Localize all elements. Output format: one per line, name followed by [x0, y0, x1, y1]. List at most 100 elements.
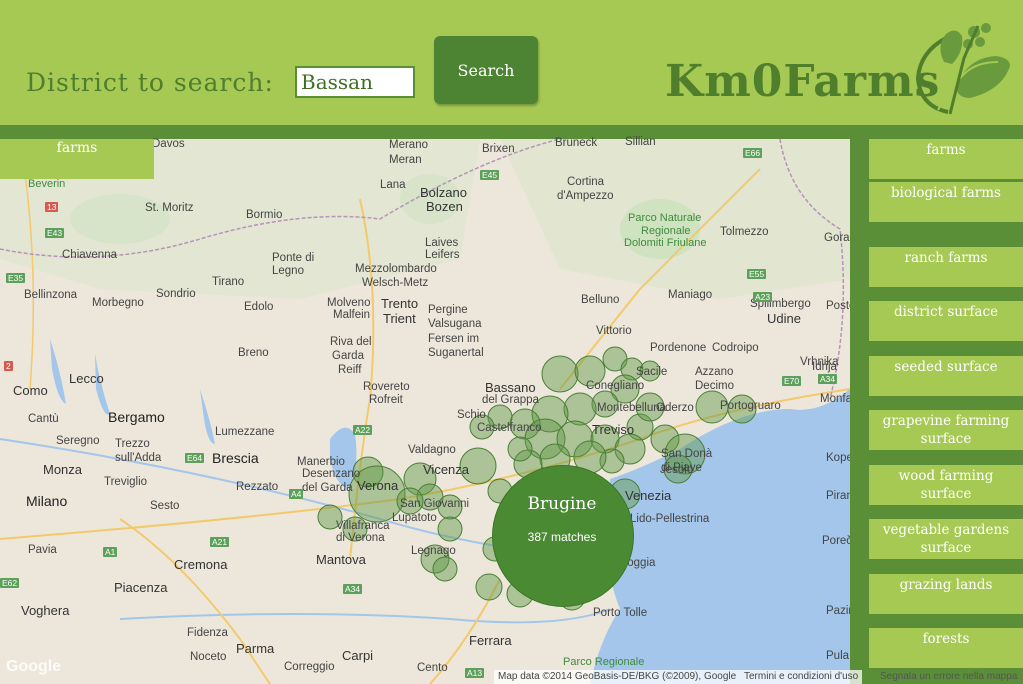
map-label: Meran — [389, 154, 422, 166]
map-label: Morbegno — [92, 297, 144, 309]
map-label: Legnago — [411, 545, 456, 557]
road-shield: A34 — [343, 584, 363, 594]
map-label: Regionale — [641, 225, 691, 237]
map-label: Fersen im — [428, 333, 480, 345]
map-label: Lecco — [69, 371, 104, 386]
sidebar-item-biological-farms[interactable]: biological farms — [869, 182, 1023, 222]
road-shield: A34 — [818, 374, 838, 384]
map-label: Cento — [417, 662, 448, 674]
map-label: Codroipo — [712, 342, 759, 354]
map-label: sull'Adda — [115, 452, 162, 464]
road-shield: A21 — [210, 537, 230, 547]
cluster-count: 387 matches — [527, 530, 597, 544]
map-label: Parma — [236, 641, 275, 656]
district-search-label: District to search: — [26, 68, 274, 97]
map-label: Bergamo — [108, 409, 165, 425]
report-error-link[interactable]: Segnala un errore nella mappa — [876, 670, 1021, 684]
map-label: Oderzo — [656, 402, 694, 414]
map-label: Piacenza — [114, 580, 168, 595]
map-label: Bozen — [426, 199, 463, 214]
map-label: Lupatoto — [392, 512, 437, 524]
sidebar-item-wood-farming-surface[interactable]: wood farming surface — [869, 465, 1023, 505]
map-label: Decimo — [695, 380, 734, 392]
map-label: Monza — [43, 462, 83, 477]
map-label: Sacile — [636, 366, 668, 378]
road-shield: E66 — [743, 148, 763, 158]
sidebar-item-vegetable-gardens-surface[interactable]: vegetable gardens surface — [869, 519, 1023, 559]
map-label: Gora — [824, 232, 850, 244]
map-label: Jesolo — [660, 464, 694, 476]
leaf-logo-icon — [915, 23, 1010, 115]
road-shield: A1 — [103, 547, 118, 557]
map-label: di Verona — [336, 532, 385, 544]
sidebar-item-grazing-lands[interactable]: grazing lands — [869, 574, 1023, 614]
map-label: Dolomiti Friulane — [624, 237, 707, 249]
map-label: San Donà — [661, 448, 713, 460]
map-label: Breno — [238, 347, 269, 359]
search-button[interactable]: Search — [434, 36, 538, 104]
map-label: Cremona — [174, 557, 228, 572]
map-label: Sillian — [625, 136, 656, 148]
farms-tab[interactable]: farms — [0, 139, 154, 179]
sidebar-item-forests[interactable]: forests — [869, 628, 1023, 668]
map-label: Reiff — [338, 364, 362, 376]
map-label: Laives — [425, 237, 459, 249]
map-label: Seregno — [56, 435, 100, 447]
map-label: del Garda — [302, 482, 353, 494]
map-label: Correggio — [284, 661, 335, 673]
map-label: Pavia — [28, 544, 57, 556]
map-label: Ferrara — [469, 633, 512, 648]
layer-sidebar: farms biological farms ranch farms distr… — [850, 139, 1023, 684]
road-shield: E64 — [185, 453, 205, 463]
map-label: Conegliano — [586, 380, 645, 392]
map-label: Rofreit — [369, 394, 403, 406]
map-label: Parco Naturale — [628, 212, 702, 224]
map-label: Vicenza — [423, 462, 470, 477]
map-label: Legno — [272, 265, 304, 277]
map-label: Bruneck — [555, 137, 598, 149]
map-label: Lumezzane — [215, 426, 275, 438]
cluster-title: Brugine — [527, 494, 597, 514]
sidebar-item-seeded-surface[interactable]: seeded surface — [869, 356, 1023, 396]
map-label: Riva del — [330, 336, 372, 348]
road-shield: E45 — [480, 170, 500, 180]
sidebar-item-grapevine-farming-surface[interactable]: grapevine farming surface — [869, 410, 1023, 450]
map-label: Cantù — [28, 413, 59, 425]
map-label: Sondrio — [156, 288, 196, 300]
map-label: Merano — [389, 139, 428, 151]
app-logo-text: Km0Farms — [665, 56, 941, 107]
map-label: Milano — [26, 493, 68, 509]
map-label: Rovereto — [363, 381, 410, 393]
map-label: Leifers — [425, 249, 460, 261]
map-label: Suganertal — [428, 347, 484, 359]
sidebar-item-ranch-farms[interactable]: ranch farms — [869, 247, 1023, 287]
map-label: Lana — [380, 179, 406, 191]
map-label: Fidenza — [187, 627, 228, 639]
map-label: Molveno — [327, 297, 371, 309]
map-attribution: Map data ©2014 GeoBasis-DE/BKG (©2009), … — [494, 670, 741, 684]
map-label: Treviso — [592, 422, 635, 437]
map-label: Beverin — [28, 178, 66, 190]
road-shield: E55 — [747, 269, 767, 279]
district-search-input[interactable] — [295, 66, 415, 98]
map-label: Mantova — [316, 552, 366, 567]
terms-link[interactable]: Termini e condizioni d'uso — [740, 670, 863, 684]
sidebar-item-district-surface[interactable]: district surface — [869, 301, 1023, 341]
map-label: St. Moritz — [145, 202, 194, 214]
map-label: Maniago — [668, 289, 713, 301]
map-label: Bormio — [246, 209, 283, 221]
sidebar-item-farms[interactable]: farms — [869, 139, 1023, 179]
map-label: Mezzolombardo — [355, 263, 437, 275]
map-label: Piran — [826, 490, 853, 502]
map-label: Trento — [381, 296, 419, 311]
road-shield: E62 — [0, 578, 20, 588]
map-label: Porto Tolle — [593, 607, 648, 619]
map-label: Pordenone — [650, 342, 707, 354]
map-label: Bolzano — [420, 185, 467, 200]
map-label: Ponte di — [272, 252, 315, 264]
map-label: Belluno — [581, 294, 620, 306]
map-label: Malfein — [333, 309, 371, 321]
road-shield: 2 — [4, 361, 13, 371]
map-label: Portogruaro — [720, 400, 781, 412]
road-shield: A13 — [465, 668, 485, 678]
